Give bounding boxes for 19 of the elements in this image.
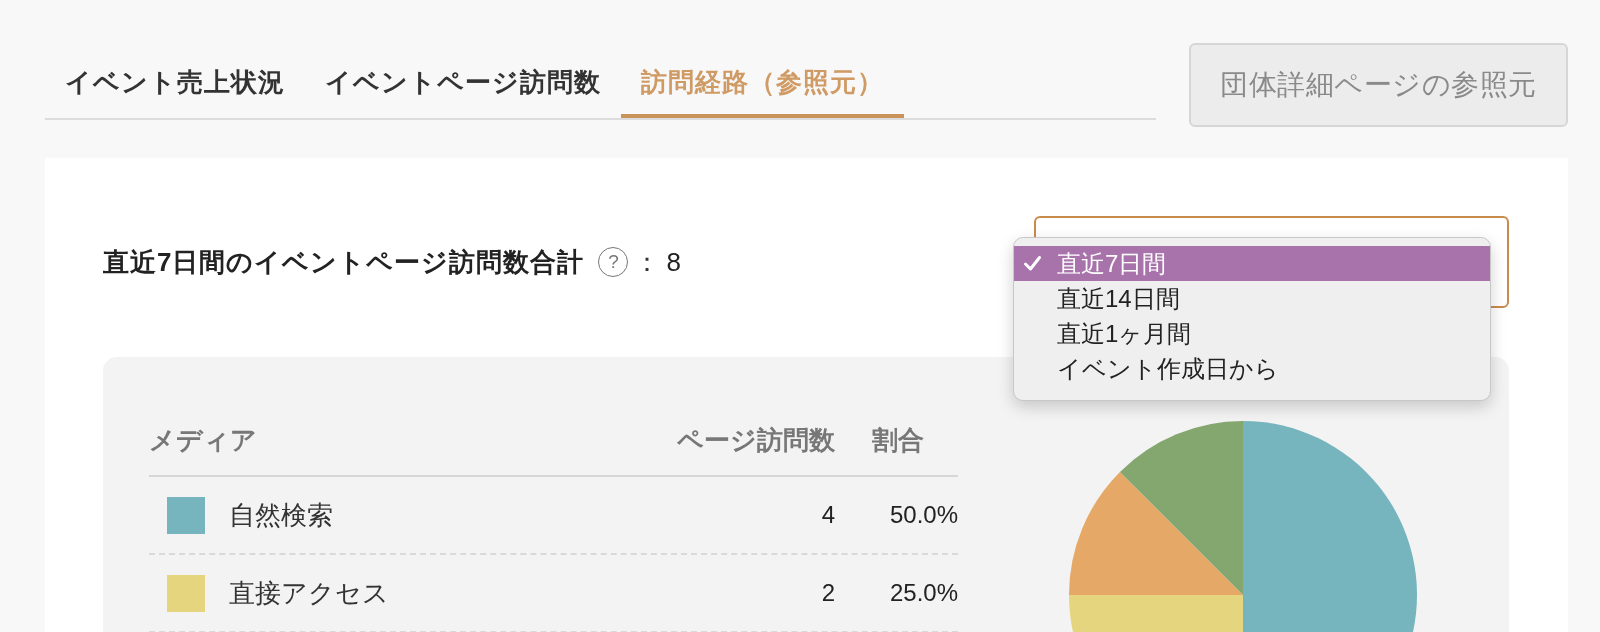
column-header: メディア <box>149 424 258 457</box>
table-cell-text: 直接アクセス <box>229 577 390 610</box>
check-icon <box>1023 255 1042 272</box>
table-cell-text: 自然検索 <box>229 499 334 532</box>
summary-total: 8 <box>666 246 681 279</box>
summary-separator: ： <box>634 246 661 279</box>
table-cell-text: 4 <box>820 500 835 530</box>
table-cell-text: 25.0% <box>888 578 958 608</box>
dropdown-option[interactable]: 直近14日間 <box>1014 281 1490 316</box>
column-header: ページ訪問数 <box>676 424 835 457</box>
dropdown-option[interactable]: 直近1ヶ月間 <box>1014 316 1490 351</box>
tab[interactable]: イベントページ訪問数 <box>305 46 621 118</box>
tab[interactable]: イベント売上状況 <box>45 46 305 118</box>
table-cell-text: 50.0% <box>888 500 958 530</box>
summary-label: 直近7日間のイベントページ訪問数合計 <box>103 246 585 279</box>
table-cell-text: 2 <box>820 578 835 608</box>
dropdown-option[interactable]: 直近7日間 <box>1014 246 1490 281</box>
column-header: 割合 <box>871 424 925 457</box>
dropdown-option[interactable]: イベント作成日から <box>1014 351 1490 386</box>
